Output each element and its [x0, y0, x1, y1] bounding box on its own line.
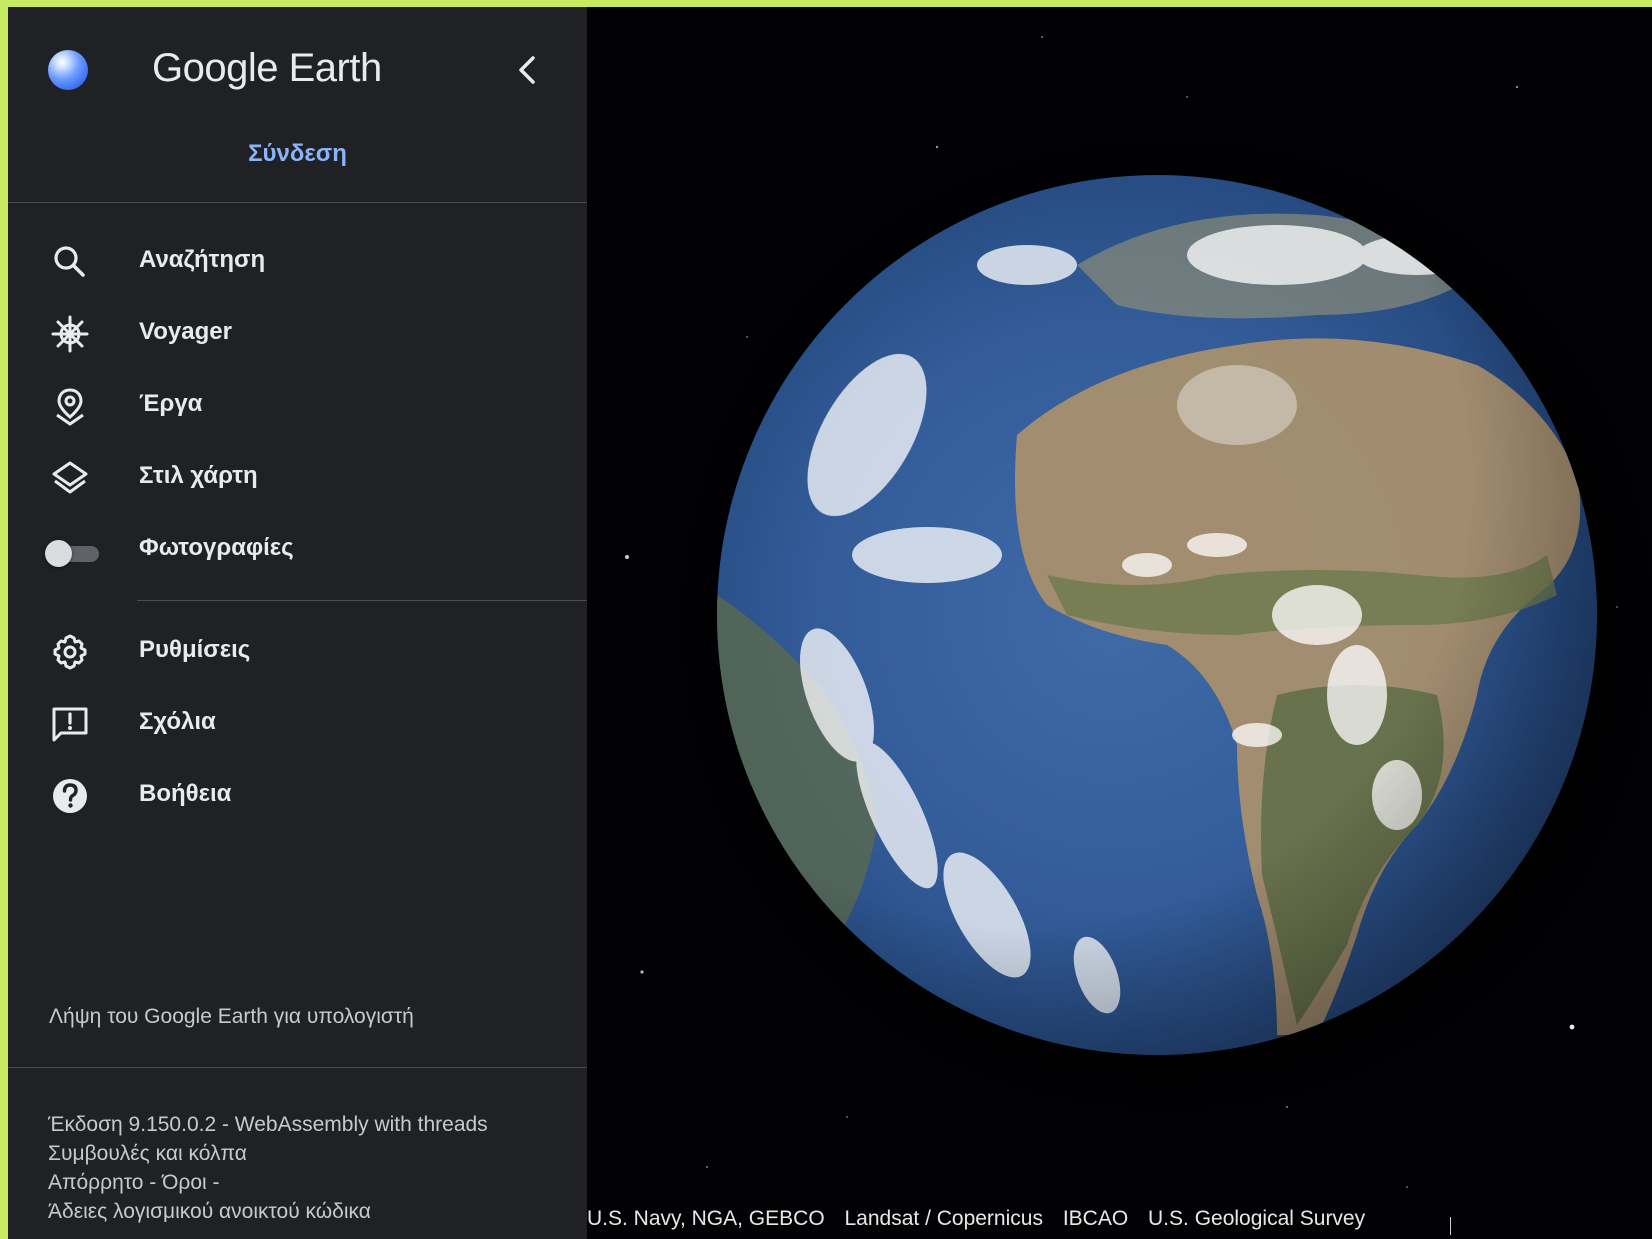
ship-wheel-icon [51, 315, 89, 353]
menu-item-label: Σχόλια [139, 708, 216, 735]
menu-item-label: Αναζήτηση [139, 246, 266, 273]
layers-icon [52, 461, 88, 494]
legal-links: Απόρρητο - Όροι - [48, 1168, 488, 1197]
menu-item-label: Βοήθεια [139, 780, 232, 807]
toggle-knob [45, 540, 72, 567]
menu-item-label: Φωτογραφίες [139, 534, 294, 561]
chevron-left-icon [519, 56, 535, 84]
menu-item-label: Έργα [139, 390, 203, 417]
menu-item-map-style[interactable]: Στιλ χάρτη [8, 442, 587, 512]
side-panel: Google Earth Σύνδεση Αναζήτηση Voyager Έ… [8, 7, 587, 1239]
sign-in-link[interactable]: Σύνδεση [8, 140, 587, 168]
globe-shading [717, 175, 1597, 1055]
brand-header: Google Earth [48, 44, 548, 104]
version-text: Έκδοση 9.150.0.2 - WebAssembly with thre… [48, 1113, 488, 1136]
menu-divider [137, 600, 587, 601]
menu-item-photos[interactable]: Φωτογραφίες [8, 514, 587, 584]
menu-item-feedback[interactable]: Σχόλια [8, 688, 587, 758]
download-desktop-link[interactable]: Λήψη του Google Earth για υπολογιστή [49, 1005, 414, 1029]
menu-item-voyager[interactable]: Voyager [8, 298, 587, 368]
licenses-link[interactable]: Άδειες λογισμικού ανοικτού κώδικα [48, 1197, 488, 1226]
scale-tick [1450, 1217, 1451, 1235]
menu-item-settings[interactable]: Ρυθμίσεις [8, 616, 587, 686]
feedback-icon [52, 707, 88, 742]
menu-item-label: Ρυθμίσεις [139, 636, 251, 663]
footer-divider [8, 1067, 587, 1068]
earth-globe[interactable] [717, 175, 1597, 1055]
globe-viewport[interactable]: U.S. Navy, NGA, GEBCO Landsat / Copernic… [587, 7, 1652, 1239]
menu-item-help[interactable]: Βοήθεια [8, 760, 587, 830]
collapse-panel-button[interactable] [508, 50, 548, 90]
app-logo-text: Google Earth [152, 46, 382, 90]
app-window: U.S. Navy, NGA, GEBCO Landsat / Copernic… [8, 7, 1652, 1239]
menu-item-search[interactable]: Αναζήτηση [8, 226, 587, 296]
privacy-link[interactable]: Απόρρητο [48, 1171, 143, 1194]
header-divider [8, 202, 587, 203]
photos-toggle-switch[interactable] [45, 540, 101, 567]
terms-link[interactable]: Όροι [162, 1171, 207, 1194]
separator: - [143, 1171, 163, 1194]
imagery-attribution: U.S. Navy, NGA, GEBCO Landsat / Copernic… [587, 1207, 1379, 1231]
location-pin-icon [56, 388, 84, 426]
panel-footer: Έκδοση 9.150.0.2 - WebAssembly with thre… [48, 1110, 488, 1226]
menu-item-label: Στιλ χάρτη [139, 462, 258, 489]
google-earth-logo-icon [48, 50, 88, 90]
attribution-item: U.S. Navy, NGA, GEBCO [587, 1207, 825, 1230]
gear-icon [53, 634, 87, 670]
separator: - [206, 1171, 220, 1194]
menu-item-label: Voyager [139, 318, 232, 345]
tips-link[interactable]: Συμβουλές και κόλπα [48, 1139, 488, 1168]
menu-item-projects[interactable]: Έργα [8, 370, 587, 440]
search-icon [54, 246, 85, 277]
attribution-item: U.S. Geological Survey [1148, 1207, 1366, 1230]
help-icon [53, 779, 87, 813]
attribution-item: Landsat / Copernicus [844, 1207, 1043, 1230]
attribution-item: IBCAO [1062, 1207, 1129, 1230]
